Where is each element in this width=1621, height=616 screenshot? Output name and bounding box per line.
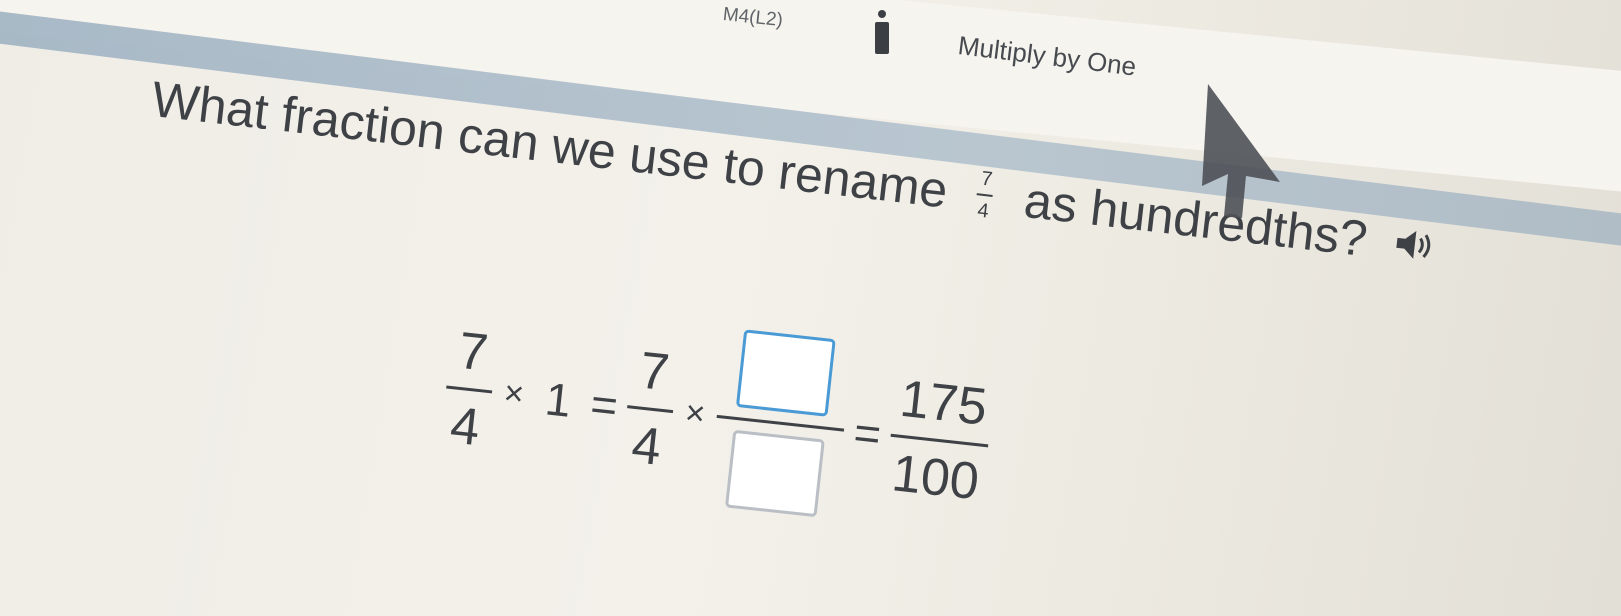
- question-fraction-denominator: 4: [976, 199, 990, 223]
- fraction-bar: [716, 414, 845, 432]
- fraction-bar: [627, 405, 674, 414]
- equals-symbol: =: [588, 376, 621, 432]
- middle-denominator: 4: [628, 416, 664, 477]
- left-fraction: 7 4: [439, 321, 498, 458]
- answer-numerator-input[interactable]: [736, 329, 836, 417]
- result-denominator: 100: [889, 444, 982, 512]
- mouse-pointer-icon: [1202, 84, 1280, 218]
- person-icon: [875, 10, 889, 54]
- middle-numerator: 7: [636, 341, 673, 403]
- question-fraction-numerator: 7: [980, 167, 994, 191]
- equals-symbol: =: [851, 405, 884, 461]
- middle-fraction: 7 4: [621, 341, 680, 477]
- equation: 7 4 × 1 = 7 4 × = 175 100: [437, 298, 998, 535]
- fraction-bar: [976, 193, 994, 197]
- left-numerator: 7: [455, 321, 491, 383]
- left-denominator: 4: [447, 396, 483, 458]
- times-symbol: ×: [501, 373, 526, 414]
- question-fraction: 7 4: [974, 167, 996, 222]
- speaker-icon[interactable]: [1393, 225, 1437, 263]
- result-numerator: 175: [897, 369, 990, 437]
- answer-denominator-input[interactable]: [725, 429, 826, 518]
- result-fraction: 175 100: [884, 369, 995, 512]
- fraction-bar: [446, 385, 493, 394]
- times-symbol: ×: [683, 393, 708, 434]
- lesson-screen: M4(L2) Multiply by One What fraction can…: [0, 0, 1621, 616]
- answer-fraction: [707, 327, 854, 519]
- one-value: 1: [542, 371, 574, 427]
